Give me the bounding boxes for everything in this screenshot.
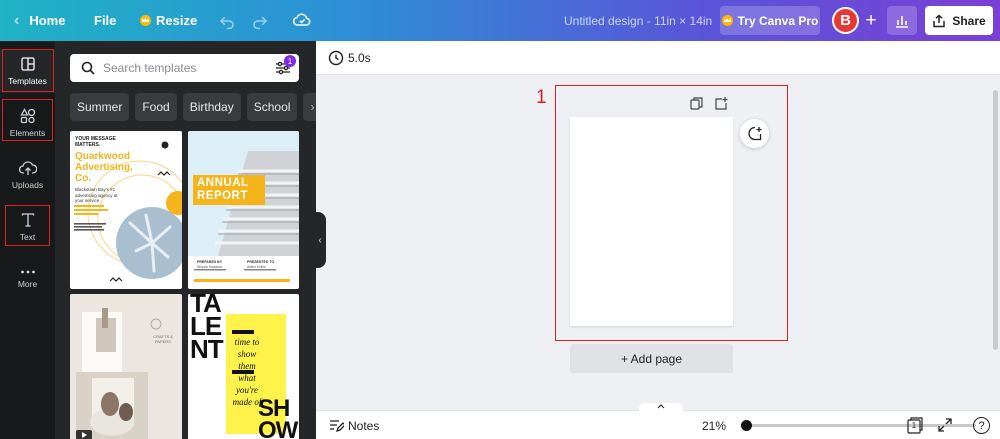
cloud-saved-icon[interactable] [292,10,312,30]
chip-school[interactable]: School [246,93,298,121]
search-input[interactable] [103,61,263,75]
duplicate-page-icon[interactable] [690,97,703,110]
template-right-label: PRESENTED TO [247,260,275,264]
template-card[interactable]: CRAFTS & PAPERS [70,294,182,439]
template-kicker: YOUR MESSAGE MATTERS. [75,136,116,148]
resize-label: Resize [156,13,198,28]
bar-chart-icon [896,15,908,28]
bottom-bar: Notes 21% 1 ? [316,403,1000,439]
annotation-number: 1 [536,87,547,108]
clock-icon[interactable] [328,50,344,66]
template-search-box: 1 [70,54,299,82]
zoom-level[interactable]: 21% [702,411,726,439]
home-button[interactable]: ‹ Home [14,0,65,41]
share-button[interactable]: Share [925,6,993,35]
page-count: 1 [911,421,917,430]
chip-next-icon[interactable]: › [303,93,316,121]
upload-cloud-icon [18,161,37,175]
add-page-icon[interactable] [715,97,728,110]
try-canva-pro-button[interactable]: Try Canva Pro [720,6,820,35]
template-right-name: Aiden Hollis [247,265,266,269]
try-pro-label: Try Canva Pro [737,13,819,28]
add-page-button[interactable]: + Add page [570,344,733,373]
rail-item-label: More [17,279,38,289]
insights-button[interactable] [887,6,917,35]
search-icon [81,61,95,75]
template-card[interactable]: ANNUAL REPORT PREPARED BY Shiyah Sivasha… [188,131,299,289]
filter-count-badge: 1 [284,55,296,67]
chip-birthday[interactable]: Birthday [182,93,241,121]
top-bar: ‹ Home File Resize Untitled design - 11i… [0,0,1000,41]
annotation-box-text [5,205,50,246]
add-member-button[interactable]: + [860,8,882,33]
template-left-name: Shiyah Sivashar [197,265,223,269]
template-thumbnail [70,294,182,439]
comment-plus-icon [747,126,761,140]
page-count-button[interactable]: 1 [907,417,923,439]
template-card[interactable]: YOUR MESSAGE MATTERS. Quarkwood Advertis… [70,131,182,289]
templates-panel: 1 Summer Food Birthday School › YOUR MES… [55,41,316,439]
page-toolbar [690,97,728,110]
avatar[interactable]: B [832,7,859,34]
help-button[interactable]: ? [973,417,990,434]
category-chips: Summer Food Birthday School › [70,93,316,121]
rail-item-label: Uploads [11,180,44,190]
resize-button[interactable]: Resize [140,0,197,41]
scrollbar-thumb[interactable] [993,90,998,350]
redo-icon[interactable] [251,12,269,30]
vertical-scrollbar[interactable] [990,75,1000,402]
chevron-up-icon [657,404,665,409]
template-bar [232,330,254,334]
rail-item-uploads[interactable]: Uploads [0,153,55,197]
design-title[interactable]: Untitled design - 11in × 14in [564,0,712,41]
help-label: ? [978,419,985,432]
crown-icon [721,15,733,26]
page-timing-bar: 5.0s [316,41,1000,75]
rail-item-more[interactable]: More [0,257,55,301]
design-page[interactable] [570,117,733,326]
share-label: Share [952,13,986,28]
template-headline: Quarkwood Advertising, Co. [75,151,133,184]
share-icon [933,13,946,27]
chip-food[interactable]: Food [135,93,177,121]
collapse-panel-handle[interactable]: ‹ [314,212,326,268]
chip-summer[interactable]: Summer [70,93,130,121]
template-big-bottom: SH OW [258,395,298,439]
crown-icon [140,15,151,26]
template-brand: CRAFTS & PAPERS [153,334,173,344]
undo-icon[interactable] [218,12,236,30]
home-label: Home [29,13,66,28]
file-menu-button[interactable]: File [94,0,116,41]
add-comment-button[interactable] [740,119,769,148]
template-big-top: TA LE NT [190,294,224,364]
template-card[interactable]: TA LE NT time to show them what you're m… [188,294,299,439]
template-headline: ANNUAL REPORT [197,177,249,202]
chevron-left-icon: ‹ [14,11,20,29]
page-duration[interactable]: 5.0s [348,41,371,75]
template-body: Blackdown Bay's #1 advertising agency at… [75,187,118,203]
annotation-box-elements [2,99,53,141]
notes-icon[interactable] [329,419,344,433]
zoom-slider-knob[interactable] [741,420,752,431]
notes-button[interactable]: Notes [348,411,379,439]
template-left-label: PREPARED BY [197,260,223,264]
page-navigator-toggle[interactable] [639,403,683,413]
fullscreen-icon[interactable] [938,418,952,432]
more-dots-icon [20,270,35,274]
annotation-box-templates [2,49,54,92]
